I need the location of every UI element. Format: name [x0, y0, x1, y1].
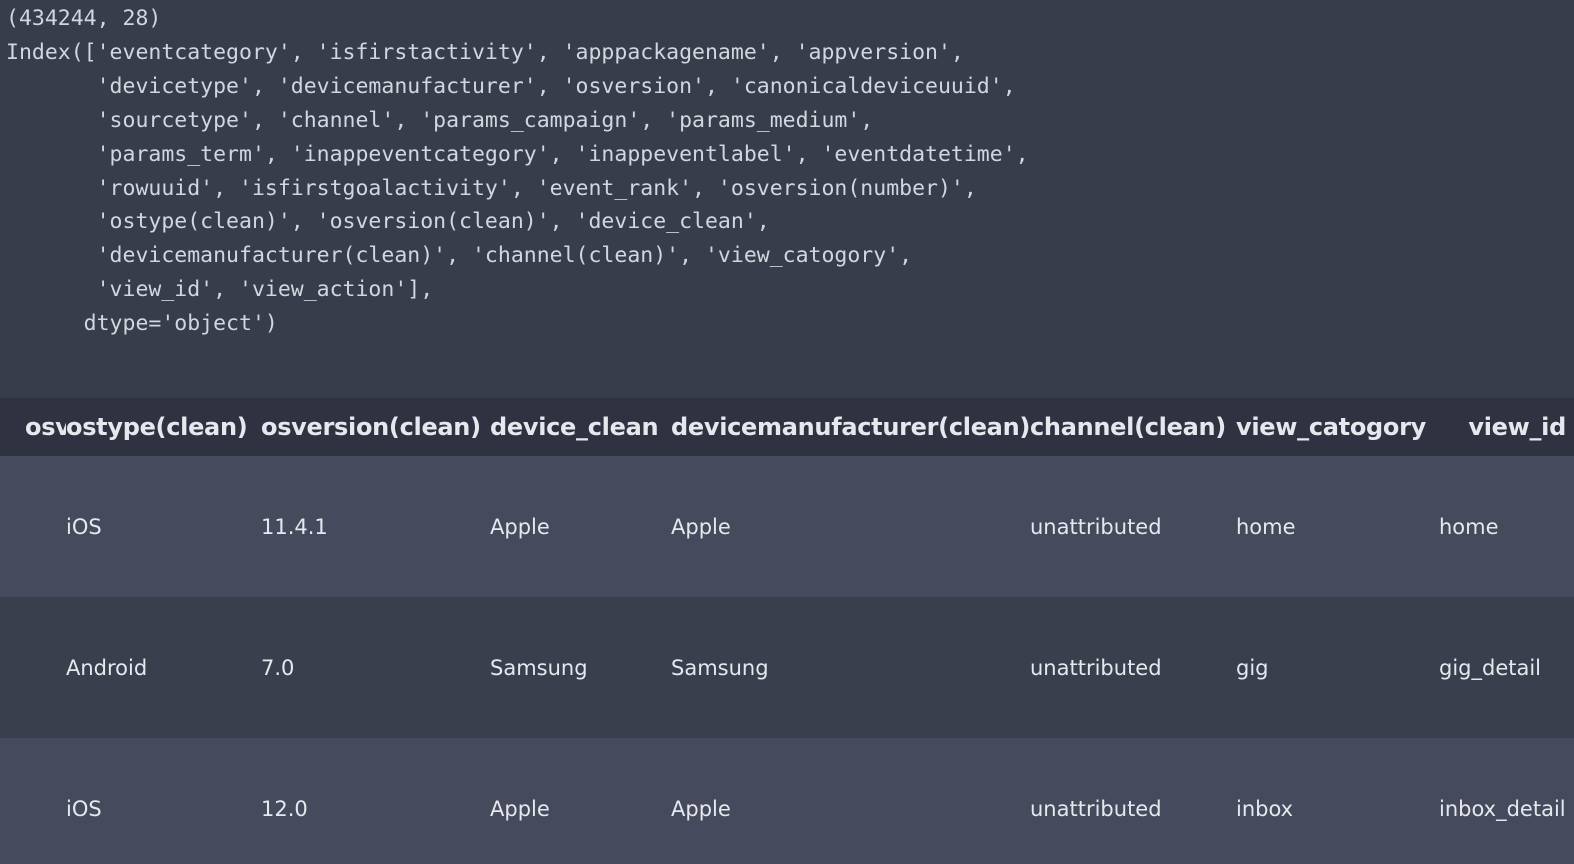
table-cell: unattributed	[1030, 514, 1162, 539]
table-cell: iOS	[66, 514, 102, 539]
column-header: osversion(clean)	[261, 398, 490, 456]
dataframe-table: osversion(number) ostype(clean) osversio…	[0, 398, 1574, 864]
table-cell: Apple	[490, 796, 550, 821]
table-cell: Apple	[490, 514, 550, 539]
output-line: 'devicemanufacturer(clean)', 'channel(cl…	[6, 243, 913, 269]
table-cell: iOS	[66, 796, 102, 821]
output-line: 'ostype(clean)', 'osversion(clean)', 'de…	[6, 209, 770, 235]
output-line: dtype='object')	[6, 311, 278, 337]
table-cell	[0, 738, 66, 864]
output-line: 'params_term', 'inappeventcategory', 'in…	[6, 141, 1029, 167]
table-cell: Samsung	[490, 655, 588, 680]
output-line: Index(['eventcategory', 'isfirstactivity…	[6, 39, 964, 65]
table-cell: Apple	[671, 796, 731, 821]
table-cell: gig_detail	[1439, 655, 1542, 680]
table-header-row: osversion(number) ostype(clean) osversio…	[0, 398, 1574, 456]
table-row: iOS 11.4.1 Apple Apple unattributed home…	[0, 456, 1574, 597]
table-cell: 11.4.1	[261, 514, 328, 539]
column-header: view_catogory	[1236, 398, 1439, 456]
table-cell: gig	[1236, 655, 1269, 680]
cell-output-text: (434244, 28) Index(['eventcategory', 'isf…	[6, 2, 1029, 341]
column-header: device_clean	[490, 398, 671, 456]
output-line: 'rowuuid', 'isfirstgoalactivity', 'event…	[6, 175, 977, 201]
table-row: Android 7.0 Samsung Samsung unattributed…	[0, 597, 1574, 738]
column-header: ostype(clean)	[66, 398, 261, 456]
output-line: 'sourcetype', 'channel', 'params_campaig…	[6, 107, 874, 133]
table-row: iOS 12.0 Apple Apple unattributed inbox …	[0, 738, 1574, 864]
table-cell: Apple	[671, 514, 731, 539]
column-header: view_id	[1439, 398, 1574, 456]
table-cell	[0, 456, 66, 597]
table-cell: unattributed	[1030, 655, 1162, 680]
column-header: osversion(number)	[0, 398, 66, 456]
table-cell	[0, 597, 66, 738]
table-cell: 7.0	[261, 655, 295, 680]
notebook-output: (434244, 28) Index(['eventcategory', 'isf…	[0, 0, 1574, 864]
output-line: 'devicetype', 'devicemanufacturer', 'osv…	[6, 73, 1016, 99]
output-line: (434244, 28)	[6, 6, 162, 31]
table-cell: inbox	[1236, 796, 1294, 821]
table-cell: inbox_detail	[1439, 796, 1566, 821]
table-cell: unattributed	[1030, 796, 1162, 821]
table-cell: Samsung	[671, 655, 769, 680]
table-cell: Android	[66, 655, 148, 680]
column-header: devicemanufacturer(clean)	[671, 398, 1030, 456]
output-line: 'view_id', 'view_action'],	[6, 277, 434, 303]
table-cell: 12.0	[261, 796, 308, 821]
table-cell: home	[1439, 514, 1499, 539]
column-header: channel(clean)	[1030, 398, 1236, 456]
table-cell: home	[1236, 514, 1296, 539]
